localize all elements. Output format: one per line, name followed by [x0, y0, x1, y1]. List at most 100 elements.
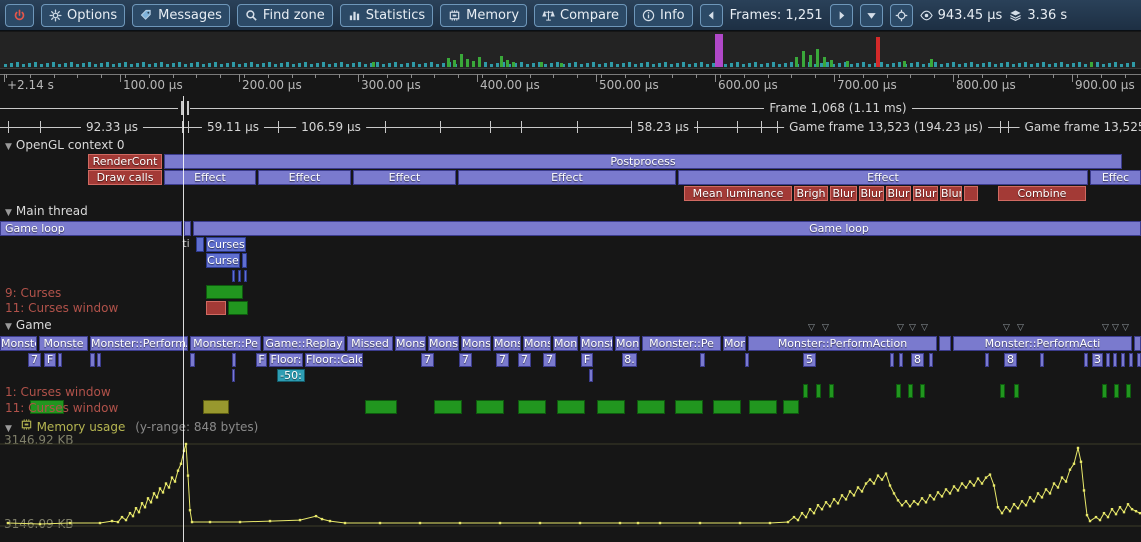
zone-bar[interactable]	[589, 369, 593, 382]
plot-thread-label[interactable]: 11: Curses window	[5, 401, 118, 415]
collapse-triangle-icon[interactable]: ▼	[5, 208, 12, 218]
zone-combine[interactable]: Combine	[998, 186, 1086, 201]
zone-bar[interactable]	[1137, 353, 1141, 367]
zone-f[interactable]: F	[256, 353, 267, 367]
message-marker-icon[interactable]: ▽	[1017, 324, 1024, 332]
zone-bar[interactable]	[1040, 353, 1044, 367]
section-header[interactable]: ▼Game	[5, 318, 52, 332]
memory-usage-header[interactable]: ▼ Memory usage (y-range: 848 bytes)	[5, 418, 258, 434]
zone-bar[interactable]	[206, 301, 226, 315]
zone-monster-performaction[interactable]: Monster::PerformAction	[748, 336, 937, 351]
zone-blur[interactable]: Blur	[886, 186, 911, 201]
zone-bar[interactable]	[203, 400, 229, 414]
zone-bar[interactable]	[232, 369, 235, 382]
zone-bar[interactable]	[232, 353, 236, 367]
zone-monste[interactable]: Monste	[553, 336, 578, 351]
message-marker-icon[interactable]: ▽	[897, 324, 904, 332]
memory-usage-title[interactable]: Memory usage	[37, 420, 126, 434]
zone-blur[interactable]: Blur	[940, 186, 962, 201]
zone-bar[interactable]	[190, 353, 195, 367]
zone-effect[interactable]: Effect	[458, 170, 676, 185]
zone-missed[interactable]: Missed	[347, 336, 393, 351]
message-marker-icon[interactable]: ▽	[1003, 324, 1010, 332]
zone-bar[interactable]	[58, 353, 62, 367]
zone-8[interactable]: 8	[911, 353, 924, 367]
zone-3[interactable]: 3	[1092, 353, 1103, 367]
zone-bar[interactable]	[749, 400, 777, 414]
zone-bar[interactable]	[920, 384, 925, 398]
zone-rendercont[interactable]: RenderCont	[88, 154, 162, 169]
zone-7[interactable]: 7	[496, 353, 509, 367]
zone-curses[interactable]: Curses	[206, 237, 246, 252]
zone-monst[interactable]: Monst	[523, 336, 551, 351]
zone-bar[interactable]	[1000, 384, 1005, 398]
zone-bar[interactable]	[184, 221, 191, 236]
zone-monste[interactable]: Monste	[0, 336, 37, 351]
zone-bar[interactable]	[434, 400, 462, 414]
zone-bar[interactable]	[228, 301, 248, 315]
zone-mons[interactable]: Mons	[615, 336, 640, 351]
plot-thread-label[interactable]: 9: Curses	[5, 286, 61, 300]
message-marker-icon[interactable]: ▽	[909, 324, 916, 332]
zone-bar[interactable]	[90, 353, 95, 367]
zone-bar[interactable]	[637, 400, 665, 414]
zone-7[interactable]: 7	[518, 353, 531, 367]
zone-draw-calls[interactable]: Draw calls	[88, 170, 162, 185]
message-marker-icon[interactable]: ▽	[808, 324, 815, 332]
message-marker-icon[interactable]: ▽	[822, 324, 829, 332]
zone-blur[interactable]: Blur	[830, 186, 857, 201]
zone-bar[interactable]	[899, 353, 903, 367]
zone-8[interactable]: 8	[1004, 353, 1017, 367]
zone-bar[interactable]	[557, 400, 585, 414]
zone-bar[interactable]	[939, 336, 951, 351]
zone-bar[interactable]	[1121, 353, 1125, 367]
zone-monster-pe[interactable]: Monster::Pe	[190, 336, 261, 351]
zone-bar[interactable]	[1084, 353, 1088, 367]
zone-bar[interactable]	[232, 270, 235, 282]
zone-bar[interactable]	[745, 353, 749, 367]
zone-monst[interactable]: Monst	[395, 336, 426, 351]
zone-bar[interactable]	[908, 384, 913, 398]
zone-monster-performacti[interactable]: Monster::PerformActi	[953, 336, 1132, 351]
zone-8[interactable]: 8.	[622, 353, 637, 367]
zone-5[interactable]: 5	[803, 353, 816, 367]
zone-game-loop[interactable]: Game loop	[0, 221, 182, 236]
zone-bar[interactable]	[985, 353, 989, 367]
zone-blur[interactable]: Blur	[913, 186, 938, 201]
zone-mean-luminance[interactable]: Mean luminance	[684, 186, 792, 201]
zone-floor-calc[interactable]: Floor::Calc	[305, 353, 363, 367]
zone-7[interactable]: 7	[421, 353, 434, 367]
zone-effect[interactable]: Effect	[353, 170, 456, 185]
zone-bar[interactable]	[1106, 353, 1110, 367]
zone-blur[interactable]: Blur	[859, 186, 884, 201]
zone-7[interactable]: 7	[459, 353, 472, 367]
zone-bar[interactable]	[244, 270, 247, 282]
zone-f[interactable]: F	[44, 353, 56, 367]
zone-bar[interactable]	[964, 186, 978, 201]
zone-postprocess[interactable]: Postprocess	[164, 154, 1122, 169]
zone-bar[interactable]	[890, 353, 894, 367]
zone-game-loop[interactable]: Game loop	[193, 221, 1141, 236]
plot-thread-label[interactable]: 1: Curses window	[5, 385, 111, 399]
zone-monste[interactable]: Monste	[580, 336, 613, 351]
zone-effect[interactable]: Effect	[164, 170, 256, 185]
zone-bar[interactable]	[816, 384, 821, 398]
zone-bar[interactable]	[1114, 384, 1119, 398]
zone-bar[interactable]	[700, 353, 705, 367]
zone-bar[interactable]	[597, 400, 625, 414]
zone-game-replay[interactable]: Game::Replay	[263, 336, 345, 351]
zone-f[interactable]: F	[581, 353, 593, 367]
plot-thread-label[interactable]: 11: Curses window	[5, 301, 118, 315]
zone-monst[interactable]: Monst	[428, 336, 459, 351]
zone-monst[interactable]: Monst	[461, 336, 491, 351]
zone-mons[interactable]: Mons	[723, 336, 746, 351]
zone-bar[interactable]	[97, 353, 101, 367]
section-header[interactable]: ▼OpenGL context 0	[5, 138, 124, 152]
zone-bar[interactable]	[518, 400, 546, 414]
zone-bar[interactable]	[1126, 384, 1131, 398]
zone-monster-pe[interactable]: Monster::Pe	[642, 336, 721, 351]
zone-bar[interactable]	[713, 400, 741, 414]
zone-bar[interactable]	[783, 400, 799, 414]
zone-curse[interactable]: Curse	[206, 253, 240, 268]
zone-7[interactable]: 7	[28, 353, 41, 367]
